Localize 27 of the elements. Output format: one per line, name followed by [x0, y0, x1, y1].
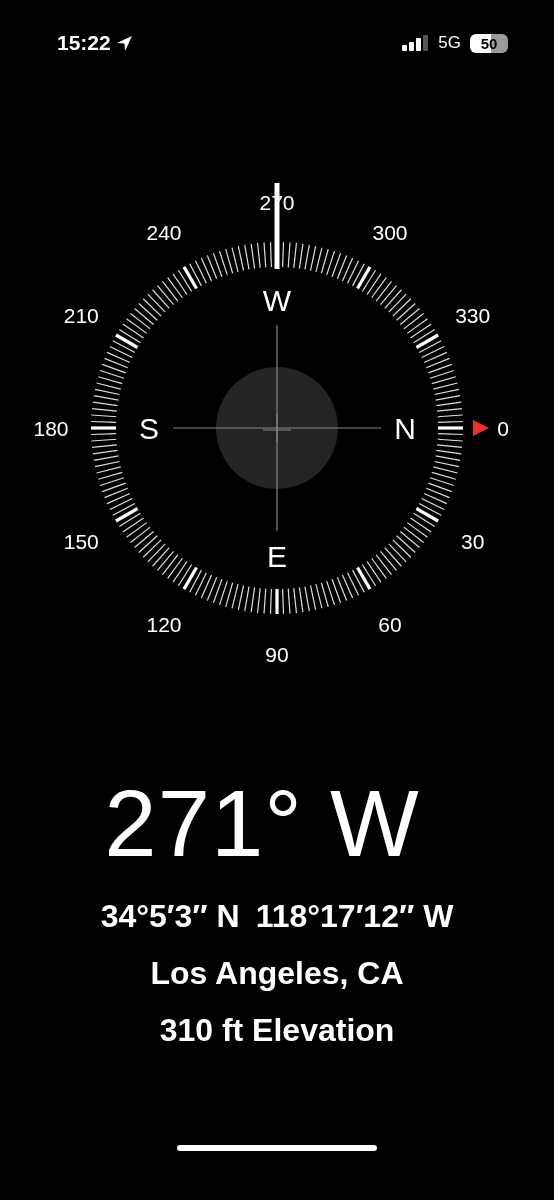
north-marker-icon: [473, 420, 489, 436]
location-name: Los Angeles, CA: [150, 955, 404, 992]
location-arrow-icon: [115, 34, 133, 52]
heading-reading: 271° W: [104, 774, 421, 874]
degree-label: 30: [461, 530, 485, 553]
degree-label: 330: [455, 304, 491, 327]
cardinal-letter: E: [267, 540, 287, 573]
battery-icon: 50: [470, 33, 508, 53]
network-type: 5G: [438, 33, 461, 53]
coordinate-reading: 118°17′12″ W: [255, 898, 454, 935]
degree-label: 300: [372, 221, 408, 245]
degree-label: 240: [146, 221, 182, 245]
home-indicator[interactable]: [177, 1145, 377, 1151]
coordinate-reading: 34°5′3″ N: [100, 898, 240, 935]
degree-label: 210: [63, 304, 99, 327]
degree-label: 90: [265, 643, 289, 666]
degree-label: 180: [33, 417, 69, 440]
clock-time: 15:22: [57, 31, 111, 55]
degree-label: 0: [497, 417, 509, 440]
cardinal-letter: S: [139, 412, 159, 445]
degree-label: 150: [63, 530, 99, 553]
degree-label: 60: [378, 612, 402, 636]
degree-label: 120: [146, 612, 182, 636]
signal-icon: [402, 35, 430, 51]
cardinal-letter: N: [394, 412, 416, 445]
elevation-reading: 310 ft Elevation: [159, 1012, 395, 1049]
cardinal-letter: W: [262, 284, 292, 317]
